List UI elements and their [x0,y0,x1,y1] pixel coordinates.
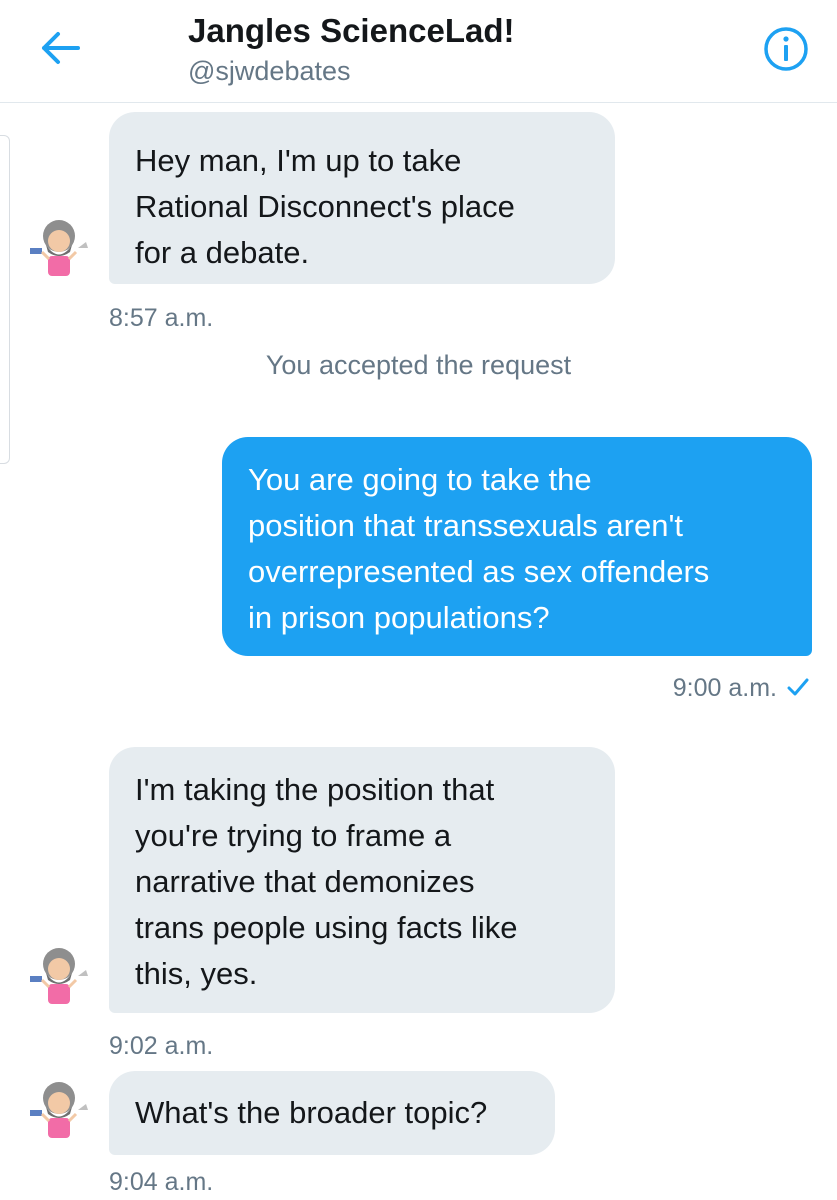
avatar[interactable] [22,212,96,286]
outgoing-message-bubble[interactable]: You are going to take the position that … [222,437,812,656]
avatar[interactable] [22,940,96,1014]
conversation-title: Jangles ScienceLad! [188,12,515,49]
incoming-message-bubble[interactable]: Hey man, I'm up to take Rational Disconn… [109,112,615,284]
message-timestamp-row: 9:00 a.m. [673,674,809,703]
cartoon-avatar-icon [30,1082,88,1138]
conversation-header: Jangles ScienceLad! @sjwdebates [0,0,837,103]
message-text: Hey man, I'm up to take Rational Disconn… [135,143,515,270]
cartoon-avatar-icon [30,220,88,276]
conversation-handle: @sjwdebates [188,56,351,86]
message-timestamp: 9:04 a.m. [109,1168,214,1196]
cartoon-avatar-icon [30,948,88,1004]
request-accepted-note: You accepted the request [265,350,572,380]
incoming-message-bubble[interactable]: I'm taking the position that you're tryi… [109,747,615,1013]
message-timestamp: 9:02 a.m. [109,1032,214,1060]
header-divider [0,102,837,103]
scroll-edge-handle[interactable] [0,135,10,464]
message-text: What's the broader topic? [135,1095,488,1130]
incoming-message-bubble[interactable]: What's the broader topic? [109,1071,555,1155]
message-text: I'm taking the position that you're tryi… [135,772,518,991]
message-text: You are going to take the position that … [248,462,710,635]
info-icon[interactable] [763,26,809,72]
check-icon [787,678,809,696]
message-timestamp: 8:57 a.m. [109,304,214,332]
message-timestamp: 9:00 a.m. [672,674,777,702]
avatar[interactable] [22,1074,96,1148]
arrow-left-icon[interactable] [36,28,82,68]
